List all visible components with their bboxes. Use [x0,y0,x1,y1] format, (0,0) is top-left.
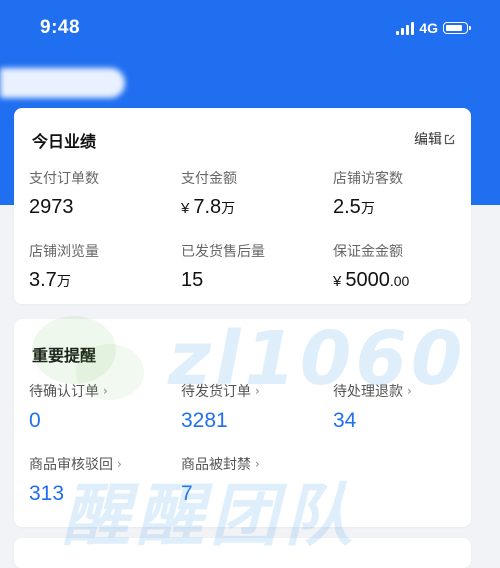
metric-label: 支付订单数 [29,171,99,187]
metric-value: 2.5万 [333,196,375,218]
alert-product-banned[interactable]: 商品被封禁 › 7 [181,454,321,506]
metric-shipped-aftersale[interactable]: 已发货售后量 15 [181,241,321,292]
alert-label: 待发货订单 [181,384,251,400]
alert-label: 商品被封禁 [181,457,251,473]
chevron-right-icon: › [255,384,260,398]
alert-pending-refund[interactable]: 待处理退款 › 34 [333,381,473,433]
chevron-right-icon: › [117,457,122,471]
chevron-right-icon: › [255,457,260,471]
alert-value: 7 [181,482,193,505]
status-indicators: 4G [396,20,471,36]
alert-value: 3281 [181,409,228,432]
alert-product-rejected[interactable]: 商品审核驳回 › 313 [29,454,169,506]
alert-pending-ship[interactable]: 待发货订单 › 3281 [181,381,321,433]
next-card [14,538,471,568]
status-time: 9:48 [40,17,81,38]
alerts-card: 重要提醒 待确认订单 › 0 待发货订单 › 3281 待处理退款 › 34 商品审核… [14,319,471,527]
edit-icon [444,134,455,144]
metric-label: 已发货售后量 [181,244,265,260]
performance-title: 今日业绩 [32,132,97,151]
performance-card: 今日业绩 编辑 支付订单数 2973 支付金额 ¥7.8万 店铺访客数 2.5万… [14,108,471,304]
shop-name-redacted [0,68,125,98]
chevron-right-icon: › [407,384,412,398]
metric-store-visitors[interactable]: 店铺访客数 2.5万 [333,168,473,219]
alert-value: 34 [333,409,357,432]
alert-pending-confirm[interactable]: 待确认订单 › 0 [29,381,169,433]
metric-value: 3.7万 [29,269,71,291]
edit-button[interactable]: 编辑 [414,129,455,149]
metric-value: 15 [181,269,204,291]
metric-label: 保证金金额 [333,244,403,260]
edit-label: 编辑 [414,132,442,148]
signal-icon [396,21,415,35]
metric-paid-orders[interactable]: 支付订单数 2973 [29,168,169,219]
metric-paid-amount[interactable]: 支付金额 ¥7.8万 [181,168,321,219]
status-bar: 9:48 4G [0,0,500,58]
network-type: 4G [419,20,438,36]
chevron-right-icon: › [103,384,108,398]
alert-label: 待处理退款 [333,384,403,400]
alert-label: 商品审核驳回 [29,457,113,473]
metric-deposit-amount[interactable]: 保证金金额 ¥5000.00 [333,241,473,292]
metric-label: 支付金额 [181,171,237,187]
metric-value: ¥5000.00 [333,269,410,291]
battery-icon [443,22,471,34]
alert-label: 待确认订单 [29,384,99,400]
metric-label: 店铺浏览量 [29,244,99,260]
metric-value: 2973 [29,196,74,218]
alert-value: 0 [29,409,41,432]
metric-store-views[interactable]: 店铺浏览量 3.7万 [29,241,169,292]
alert-value: 313 [29,482,65,505]
metric-label: 店铺访客数 [333,171,403,187]
alerts-title: 重要提醒 [32,346,97,365]
metric-value: ¥7.8万 [181,196,236,218]
